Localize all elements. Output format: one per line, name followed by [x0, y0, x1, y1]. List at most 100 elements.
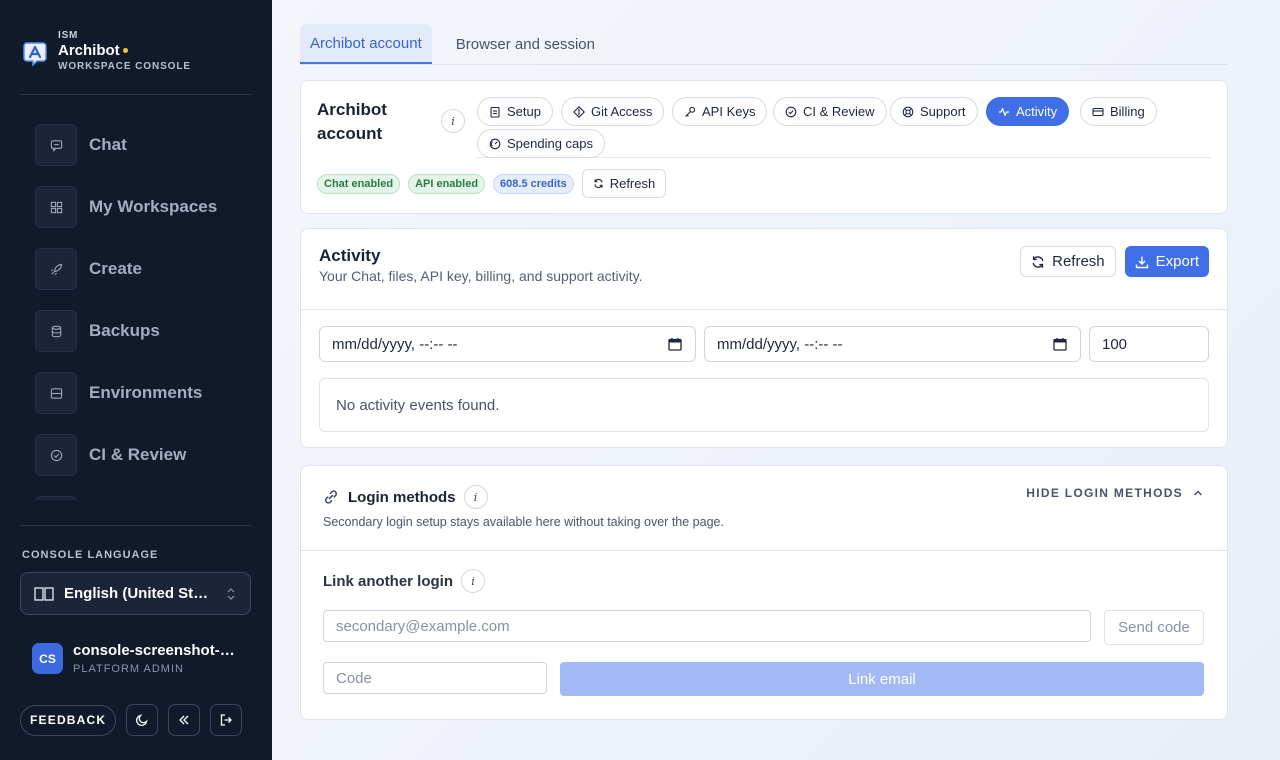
sidebar-item-ci-review[interactable]: CI & Review: [20, 424, 251, 486]
sidebar-item-create[interactable]: Create: [20, 238, 251, 300]
language-select[interactable]: English (United States): [20, 572, 251, 615]
chevron-up-icon: [1193, 490, 1203, 496]
export-label: Export: [1155, 253, 1199, 270]
sidebar-divider: [20, 94, 251, 95]
avatar: CS: [32, 643, 63, 674]
pill-api-keys[interactable]: API Keys: [672, 97, 768, 126]
sidebar-divider: [20, 525, 251, 526]
pill-label: Activity: [1016, 104, 1058, 119]
pill-label: Setup: [507, 104, 541, 119]
activity-actions: Refresh Export: [1020, 246, 1209, 277]
grid-icon: [35, 186, 77, 228]
info-icon[interactable]: i: [463, 485, 488, 509]
account-status-badges: Chat enabled API enabled 608.5 credits R…: [317, 169, 667, 198]
sidebar-item-environments[interactable]: Environments: [20, 362, 251, 424]
tab-browser-session[interactable]: Browser and session: [446, 24, 605, 64]
sidebar-item-label: Create: [89, 259, 142, 278]
clipboard-icon: [490, 106, 500, 118]
export-button[interactable]: Export: [1124, 246, 1209, 277]
pill-git-access[interactable]: Git Access: [561, 97, 665, 126]
card-divider: [301, 309, 1227, 310]
calendar-icon[interactable]: [1053, 337, 1067, 351]
archibot-logo-icon: [23, 42, 47, 66]
main-content: Archibot account Browser and session Arc…: [272, 0, 1280, 760]
account-refresh-button[interactable]: Refresh: [581, 169, 667, 198]
pill-label: Spending caps: [507, 136, 594, 151]
sidebar-footer: FEEDBACK: [20, 704, 243, 736]
pill-label: API Keys: [702, 104, 756, 119]
limit-input[interactable]: 100: [1089, 326, 1209, 362]
info-icon[interactable]: i: [441, 109, 465, 133]
login-methods-card: Login methods i HIDE LOGIN METHODS Secon…: [300, 465, 1228, 720]
activity-refresh-button[interactable]: Refresh: [1020, 246, 1116, 277]
feedback-button[interactable]: FEEDBACK: [20, 704, 117, 736]
chevron-updown-icon: [227, 588, 235, 600]
credit-card-icon: [1092, 107, 1104, 116]
user-name: console-screenshot-platform-admin: [73, 642, 239, 659]
sidebar: ISM Archibot WORKSPACE CONSOLE Chat My W…: [0, 0, 272, 760]
download-icon: [1135, 256, 1148, 268]
key-icon: [685, 106, 696, 117]
from-date-input[interactable]: mm/dd/yyyy, --:-- --: [319, 326, 696, 362]
activity-subtitle: Your Chat, files, API key, billing, and …: [319, 268, 643, 284]
brand-org: ISM: [58, 30, 79, 41]
info-icon[interactable]: i: [461, 569, 485, 593]
brand[interactable]: ISM Archibot WORKSPACE CONSOLE: [22, 30, 191, 72]
sidebar-item-partial[interactable]: [20, 486, 251, 500]
pill-label: Billing: [1110, 104, 1145, 119]
pill-spending-caps[interactable]: Spending caps: [477, 129, 606, 158]
language-title: CONSOLE LANGUAGE: [22, 549, 159, 561]
sidebar-item-label: Backups: [89, 321, 160, 340]
link-icon: [325, 490, 337, 504]
chat-icon: [35, 124, 77, 166]
card-divider: [301, 550, 1227, 551]
gauge-icon: [489, 138, 501, 149]
pill-label: CI & Review: [803, 104, 875, 119]
pill-ci-review[interactable]: CI & Review: [773, 97, 887, 126]
tab-archibot-account[interactable]: Archibot account: [300, 24, 432, 64]
collapse-sidebar-button[interactable]: [168, 704, 201, 736]
login-methods-title: Login methods: [348, 488, 456, 506]
account-title: Archibot account: [317, 100, 387, 143]
pill-activity[interactable]: Activity: [986, 97, 1070, 126]
check-circle-icon: [35, 434, 77, 476]
theme-toggle-button[interactable]: [126, 704, 159, 736]
sidebar-item-my-workspaces[interactable]: My Workspaces: [20, 176, 251, 238]
send-code-button[interactable]: Send code: [1104, 610, 1204, 645]
secondary-email-input[interactable]: secondary@example.com: [323, 610, 1091, 642]
link-email-button[interactable]: Link email: [560, 662, 1204, 696]
code-input[interactable]: Code: [323, 662, 547, 694]
status-badge-chat: Chat enabled: [317, 173, 401, 194]
sidebar-item-label: Chat: [89, 135, 127, 154]
link-login-header: Link another login i: [323, 569, 485, 593]
hide-label: HIDE LOGIN METHODS: [1026, 486, 1183, 500]
pill-setup[interactable]: Setup: [477, 97, 553, 126]
database-icon: [35, 310, 77, 352]
to-date-input[interactable]: mm/dd/yyyy, --:-- --: [704, 326, 1081, 362]
account-section-nav: Setup Git Access API Keys CI & Review Su…: [477, 97, 1211, 158]
refresh-icon: [593, 179, 603, 188]
link-login-title: Link another login: [323, 572, 453, 590]
refresh-label: Refresh: [1052, 253, 1105, 270]
hide-login-methods-button[interactable]: HIDE LOGIN METHODS: [1026, 486, 1203, 500]
logout-icon: [221, 714, 233, 726]
brand-status-dot: [122, 48, 128, 53]
language-value: English (United States): [64, 585, 214, 602]
pill-support[interactable]: Support: [890, 97, 978, 126]
calendar-icon[interactable]: [668, 337, 682, 351]
activity-card: Activity Your Chat, files, API key, bill…: [300, 228, 1228, 448]
refresh-label: Refresh: [609, 176, 656, 191]
brand-name: Archibot: [58, 42, 120, 59]
refresh-icon: [1032, 255, 1044, 268]
sidebar-item-backups[interactable]: Backups: [20, 300, 251, 362]
sidebar-item-label: Environments: [89, 383, 203, 402]
sidebar-item-label: My Workspaces: [89, 197, 218, 216]
sidebar-item-chat[interactable]: Chat: [20, 114, 251, 176]
user-profile[interactable]: CS console-screenshot-platform-admin PLA…: [32, 642, 239, 675]
logout-button[interactable]: [210, 704, 243, 736]
nav-icon: [35, 496, 77, 500]
pill-label: Git Access: [591, 104, 653, 119]
pill-billing[interactable]: Billing: [1080, 97, 1157, 126]
sidebar-item-label: CI & Review: [89, 445, 187, 464]
status-badge-api: API enabled: [408, 173, 486, 194]
